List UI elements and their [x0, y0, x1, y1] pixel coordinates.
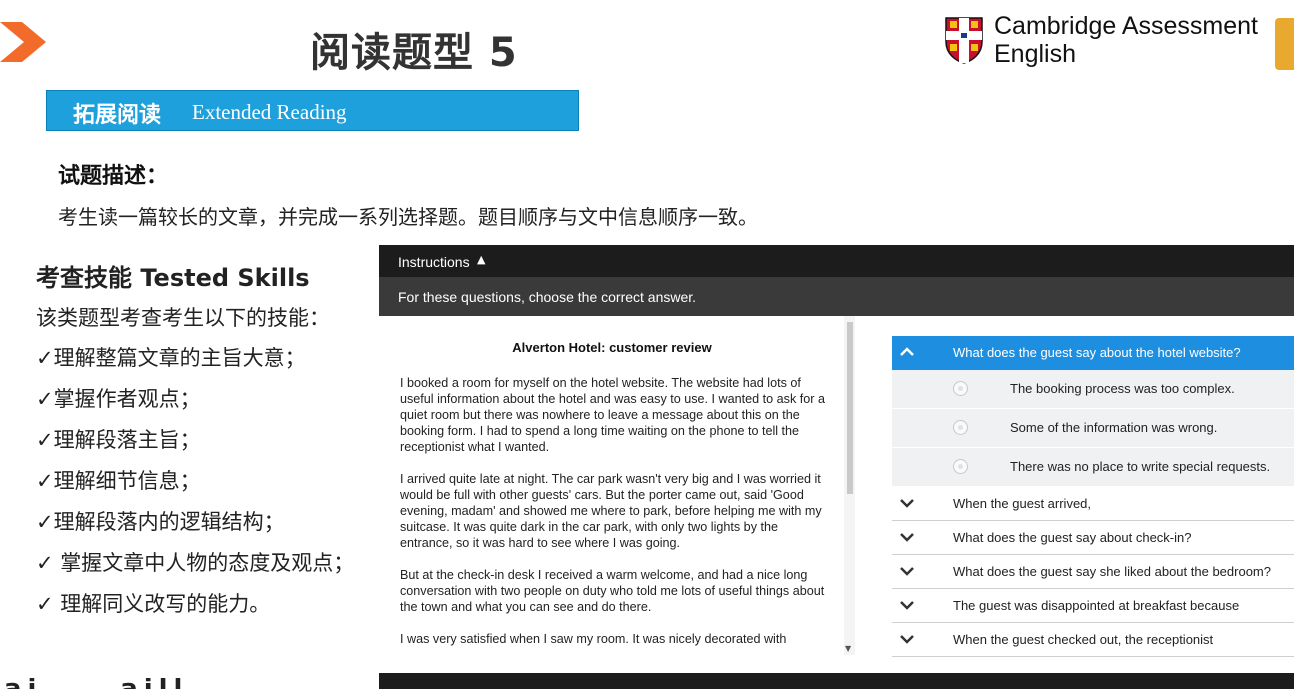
caret-up-icon: ▲ [477, 253, 486, 266]
answer-option[interactable]: There was no place to write special requ… [892, 448, 1294, 487]
section-banner: 拓展阅读 Extended Reading [46, 90, 579, 131]
passage-scrollbar[interactable]: ▼ [844, 316, 855, 655]
next-section-text: ai ... aill [4, 678, 188, 689]
exam-window: Instructions ▲ For these questions, choo… [379, 245, 1294, 689]
chevron-down-icon [900, 567, 914, 576]
skill-item: ✓掌握作者观点； [36, 387, 201, 411]
question-collapsed[interactable]: What does the guest say about check-in? [892, 521, 1294, 555]
next-section-fragment: ai ... aill [0, 678, 240, 689]
answer-option[interactable]: Some of the information was wrong. [892, 409, 1294, 448]
questions-panel: What does the guest say about the hotel … [892, 336, 1294, 657]
question-expanded[interactable]: What does the guest say about the hotel … [892, 336, 1294, 370]
option-text: Some of the information was wrong. [1010, 420, 1218, 435]
question-text: What does the guest say about check-in? [953, 530, 1192, 545]
secondary-logo [1275, 18, 1294, 70]
passage-paragraph: I booked a room for myself on the hotel … [400, 376, 825, 454]
skill-item: ✓ 理解同义改写的能力。 [36, 592, 271, 616]
skill-item: ✓理解段落主旨； [36, 428, 201, 452]
skill-item: ✓ 掌握文章中人物的态度及观点； [36, 551, 355, 575]
passage-paragraph: I arrived quite late at night. The car p… [400, 472, 822, 550]
description-heading: 试题描述： [58, 164, 169, 189]
scroll-down-icon[interactable]: ▼ [845, 644, 851, 653]
question-text: The guest was disappointed at breakfast … [953, 598, 1240, 613]
skills-heading: 考查技能 Tested Skills [36, 264, 310, 292]
skill-item: ✓理解整篇文章的主旨大意； [36, 346, 306, 370]
question-collapsed[interactable]: What does the guest say she liked about … [892, 555, 1294, 589]
passage-paragraph: I was very satisfied when I saw my room.… [400, 632, 787, 646]
skill-item: ✓理解细节信息； [36, 469, 201, 493]
scrollbar-thumb[interactable] [847, 322, 853, 494]
section-title-zh: 拓展阅读 [73, 103, 162, 128]
instructions-label: Instructions [398, 254, 470, 270]
question-collapsed[interactable]: The guest was disappointed at breakfast … [892, 589, 1294, 623]
question-collapsed[interactable]: When the guest checked out, the receptio… [892, 623, 1294, 657]
option-text: There was no place to write special requ… [1010, 459, 1271, 474]
passage-paragraph: But at the check-in desk I received a wa… [400, 568, 825, 614]
answer-option[interactable]: The booking process was too complex. [892, 370, 1294, 409]
radio-button[interactable] [953, 459, 968, 474]
exam-footer-bar [379, 673, 1294, 689]
chevron-down-icon [900, 601, 914, 610]
instructions-text: For these questions, choose the correct … [398, 289, 697, 305]
question-text: When the guest arrived, [953, 496, 1092, 511]
skills-list: ✓理解整篇文章的主旨大意； ✓掌握作者观点； ✓理解段落主旨； ✓理解细节信息；… [36, 342, 354, 629]
option-text: The booking process was too complex. [1010, 381, 1235, 396]
skill-item: ✓理解段落内的逻辑结构； [36, 510, 285, 534]
reading-passage: Alverton Hotel: customer review I booked… [379, 316, 855, 655]
chevron-down-icon [900, 499, 914, 508]
cambridge-crest-icon [945, 17, 983, 64]
cambridge-logo: Cambridge Assessment English [944, 12, 1284, 72]
description-text: 考生读一篇较长的文章，并完成一系列选择题。题目顺序与文中信息顺序一致。 [58, 205, 758, 229]
question-text: When the guest checked out, the receptio… [953, 632, 1214, 647]
slide-title: 阅读题型 5 [310, 30, 518, 76]
question-text: What does the guest say she liked about … [953, 564, 1271, 579]
logo-line2: English [994, 40, 1076, 68]
chevron-right-icon [0, 22, 46, 62]
question-text: What does the guest say about the hotel … [953, 345, 1241, 360]
passage-title: Alverton Hotel: customer review [512, 340, 712, 355]
chevron-up-icon [900, 347, 914, 356]
chevron-down-icon [900, 533, 914, 542]
logo-line1: Cambridge Assessment [994, 12, 1259, 40]
instructions-panel: For these questions, choose the correct … [379, 277, 1294, 316]
chevron-down-icon [900, 635, 914, 644]
question-collapsed[interactable]: When the guest arrived, [892, 487, 1294, 521]
radio-button[interactable] [953, 381, 968, 396]
skills-intro: 该类题型考查考生以下的技能： [36, 306, 330, 330]
instructions-toggle[interactable]: Instructions ▲ [379, 245, 1294, 277]
radio-button[interactable] [953, 420, 968, 435]
section-title-en: Extended Reading [192, 100, 347, 124]
